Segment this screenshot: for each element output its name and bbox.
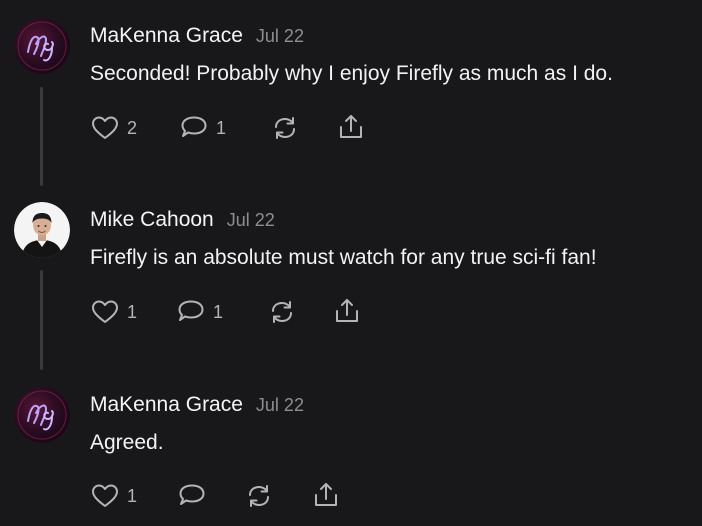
comment-text: Agreed. bbox=[90, 431, 164, 454]
profile-photo-icon bbox=[14, 202, 70, 258]
reply-count: 1 bbox=[216, 117, 227, 138]
share-icon bbox=[315, 483, 337, 506]
monogram-avatar-icon bbox=[14, 18, 70, 74]
monogram-avatar-icon bbox=[14, 387, 70, 443]
avatar[interactable] bbox=[14, 387, 70, 443]
like-button[interactable]: 2 bbox=[91, 115, 137, 141]
speech-bubble-icon bbox=[178, 300, 204, 321]
comment-date[interactable]: Jul 22 bbox=[256, 26, 304, 47]
avatar[interactable] bbox=[14, 18, 70, 74]
share-icon bbox=[340, 115, 362, 138]
thread-line bbox=[40, 87, 43, 186]
comment-date[interactable]: Jul 22 bbox=[227, 210, 275, 231]
speech-bubble-icon bbox=[179, 484, 205, 505]
share-button[interactable] bbox=[334, 297, 360, 325]
like-count: 1 bbox=[127, 301, 138, 322]
heart-icon bbox=[92, 300, 118, 323]
restack-button[interactable] bbox=[268, 298, 296, 326]
heart-icon bbox=[92, 484, 118, 507]
like-count: 1 bbox=[127, 485, 138, 506]
restack-button[interactable] bbox=[245, 482, 273, 510]
comment-thread: MaKenna Grace Jul 22 Seconded! Probably … bbox=[0, 0, 702, 526]
heart-icon bbox=[92, 116, 118, 139]
reply-button[interactable] bbox=[178, 483, 206, 509]
comment-text: Firefly is an absolute must watch for an… bbox=[90, 246, 597, 269]
like-button[interactable]: 1 bbox=[91, 483, 137, 509]
share-button[interactable] bbox=[338, 113, 364, 141]
comment-text: Seconded! Probably why I enjoy Firefly a… bbox=[90, 62, 613, 85]
speech-bubble-icon bbox=[181, 116, 207, 137]
like-count: 2 bbox=[127, 117, 138, 138]
author-name[interactable]: Mike Cahoon bbox=[90, 208, 214, 232]
share-icon bbox=[336, 299, 358, 322]
author-name[interactable]: MaKenna Grace bbox=[90, 24, 243, 48]
share-button[interactable] bbox=[313, 481, 339, 509]
reply-button[interactable]: 1 bbox=[180, 115, 226, 141]
comment-header: Mike Cahoon Jul 22 bbox=[90, 208, 275, 232]
reply-count: 1 bbox=[213, 301, 224, 322]
restack-button[interactable] bbox=[271, 114, 299, 142]
comment-date[interactable]: Jul 22 bbox=[256, 395, 304, 416]
avatar[interactable] bbox=[14, 202, 70, 258]
comment-header: MaKenna Grace Jul 22 bbox=[90, 393, 304, 417]
reply-button[interactable]: 1 bbox=[177, 299, 223, 325]
restack-icon bbox=[275, 117, 295, 139]
restack-icon bbox=[272, 301, 292, 323]
thread-line bbox=[40, 270, 43, 370]
author-name[interactable]: MaKenna Grace bbox=[90, 393, 243, 417]
comment-header: MaKenna Grace Jul 22 bbox=[90, 24, 304, 48]
restack-icon bbox=[249, 485, 269, 507]
like-button[interactable]: 1 bbox=[91, 299, 137, 325]
